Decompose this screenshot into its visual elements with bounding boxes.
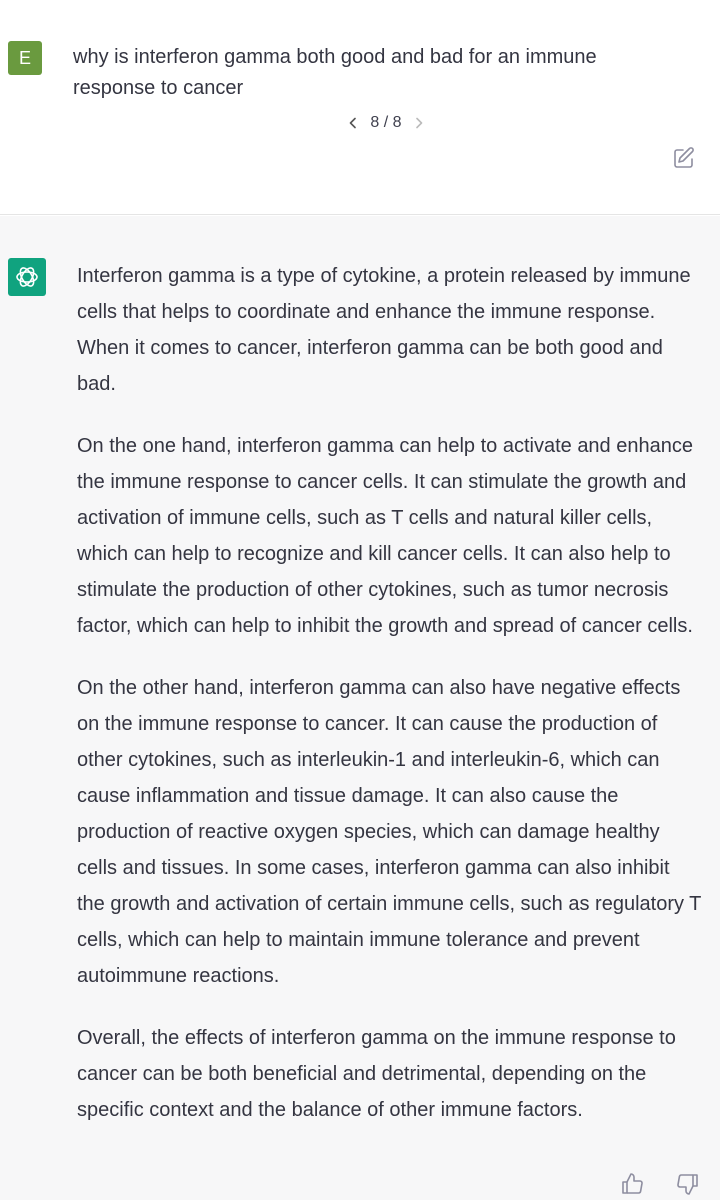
chat-page: E why is interferon gamma both good and …	[0, 0, 720, 1200]
edit-icon	[674, 147, 694, 168]
thumbs-down-button[interactable]	[676, 1172, 700, 1198]
assistant-paragraph: On the one hand, interferon gamma can he…	[77, 435, 693, 637]
thumbs-up-button[interactable]	[620, 1172, 644, 1198]
user-avatar: E	[8, 41, 42, 75]
edit-message-button[interactable]	[672, 146, 696, 170]
assistant-avatar	[8, 258, 46, 296]
feedback-buttons	[620, 1172, 700, 1198]
next-response-button[interactable]	[412, 116, 426, 130]
thumbs-down-icon	[677, 1174, 698, 1195]
user-message: E why is interferon gamma both good and …	[0, 0, 720, 215]
user-message-text: why is interferon gamma both good and ba…	[73, 46, 597, 99]
chevron-right-icon	[416, 117, 423, 129]
pager-count: 8 / 8	[370, 114, 402, 131]
assistant-message: Interferon gamma is a type of cytokine, …	[0, 216, 720, 1200]
assistant-message-text: Interferon gamma is a type of cytokine, …	[77, 258, 702, 1128]
assistant-paragraph: On the other hand, interferon gamma can …	[77, 677, 702, 987]
response-pager: 8 / 8	[346, 112, 426, 134]
assistant-paragraph: Overall, the effects of interferon gamma…	[77, 1027, 676, 1121]
thumbs-up-icon	[622, 1173, 643, 1194]
assistant-paragraph: Interferon gamma is a type of cytokine, …	[77, 265, 691, 395]
openai-logo-icon	[16, 267, 38, 287]
previous-response-button[interactable]	[346, 116, 360, 130]
chevron-left-icon	[349, 117, 356, 129]
